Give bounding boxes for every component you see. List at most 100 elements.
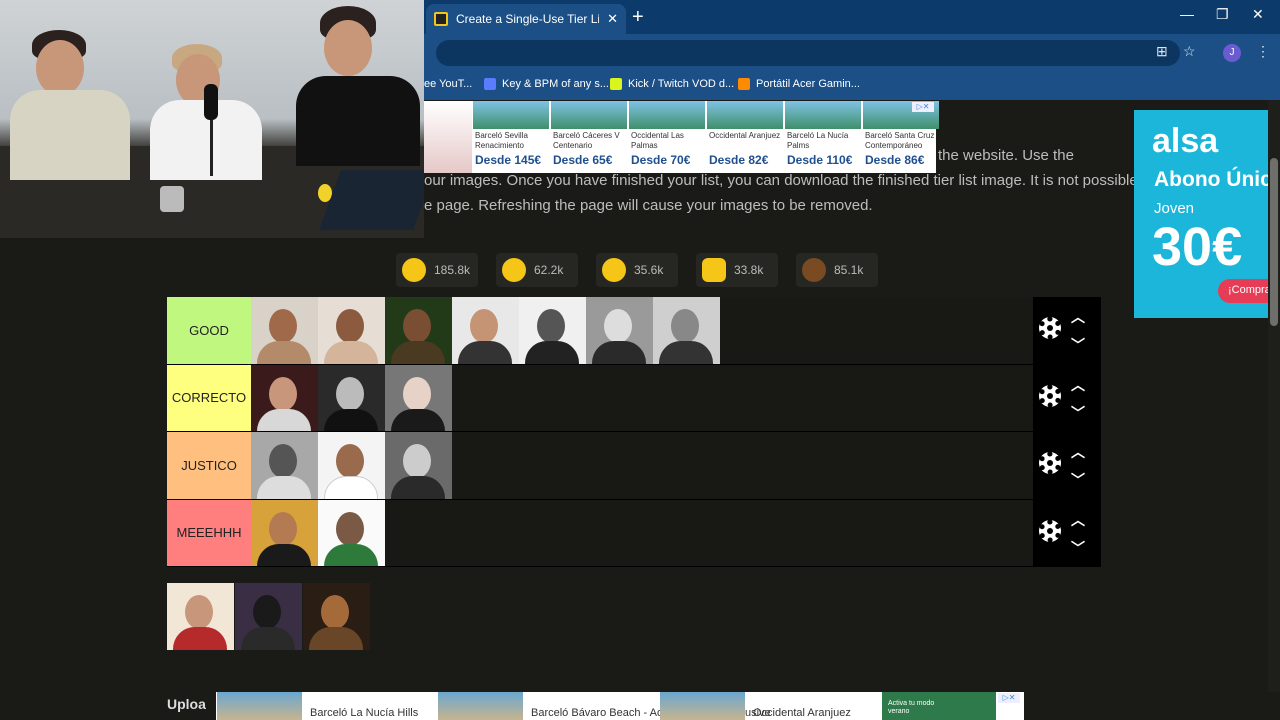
pool-item[interactable] <box>167 583 234 650</box>
scrollbar-thumb[interactable] <box>1270 158 1278 326</box>
upload-heading: Uploa <box>167 696 206 712</box>
tier-item[interactable] <box>318 297 385 364</box>
settings-gear-icon[interactable] <box>1039 452 1061 474</box>
grinning-face-icon <box>402 258 426 282</box>
settings-gear-icon[interactable] <box>1039 384 1061 407</box>
microphone-stand <box>210 120 213 176</box>
ad-hotel-card[interactable]: Barceló Cáceres V Centenario Desde 65€ <box>551 101 627 173</box>
translate-icon[interactable]: ⊞ <box>1156 43 1168 60</box>
tier-item[interactable] <box>653 297 720 364</box>
ad-hotel-card[interactable]: Barceló La Nucía Hills <box>217 692 418 720</box>
ad-brand-logo: alsa <box>1152 122 1219 160</box>
tier-label-good[interactable]: GOOD <box>167 297 251 364</box>
move-up-chevron-icon[interactable]: ︿ <box>1071 307 1085 327</box>
tier-label-correcto[interactable]: CORRECTO <box>167 364 251 431</box>
ad-hotel-card[interactable]: Occidental Las Palmas Desde 70€ <box>629 101 705 173</box>
minimize-button[interactable]: — <box>1180 6 1194 22</box>
tier-item[interactable] <box>385 297 452 364</box>
address-bar[interactable] <box>436 40 1180 66</box>
pool-item[interactable] <box>303 583 370 650</box>
page-scrollbar[interactable] <box>1268 100 1280 692</box>
tier-item[interactable] <box>318 364 385 431</box>
ad-hotel-card[interactable]: Occidental Aranjuez <box>660 692 851 720</box>
tier-item[interactable] <box>251 499 318 566</box>
bookmark-key-bpm[interactable]: Key & BPM of any s... <box>484 78 609 90</box>
tier-row-meeehhh: MEEEHHH ︿ ﹀ <box>167 499 1101 567</box>
ad-banner-top[interactable]: Barceló Sevilla Renacimiento Desde 145€ B… <box>424 101 939 173</box>
tier-controls-justico: ︿ ﹀ <box>1033 432 1101 499</box>
pile-of-poo-icon <box>802 258 826 282</box>
bookmark-kick-twitch[interactable]: Kick / Twitch VOD d... <box>610 78 734 90</box>
ad-cta-button[interactable]: ¡Compra <box>1218 279 1268 303</box>
ad-banner-right[interactable]: alsa Abono Únic Joven 30€ ¡Compra <box>1134 110 1268 318</box>
tier-row-good: GOOD ︿ ﹀ <box>167 297 1101 365</box>
pool-item[interactable] <box>235 583 302 650</box>
move-down-chevron-icon[interactable]: ﹀ <box>1071 538 1085 558</box>
ad-subline: Joven <box>1154 200 1195 217</box>
tier-label-meeehhh[interactable]: MEEEHHH <box>167 499 251 566</box>
menu-kebab-icon[interactable]: ⋮ <box>1256 43 1270 60</box>
close-window-button[interactable]: ✕ <box>1252 6 1264 23</box>
settings-gear-icon[interactable] <box>1039 519 1061 542</box>
tier-items-good <box>251 297 1101 364</box>
tier-item[interactable] <box>318 499 385 566</box>
tier-item[interactable] <box>251 432 318 499</box>
move-up-chevron-icon[interactable]: ︿ <box>1071 375 1085 395</box>
tears-of-joy-face-icon <box>602 258 626 282</box>
bookmark-kick-icon <box>610 78 622 90</box>
intro-text-line3: e page. Refreshing the page will cause y… <box>424 197 873 214</box>
reaction-raised-hands[interactable]: 33.8k <box>696 253 778 287</box>
tier-items-justico <box>251 432 1101 499</box>
profile-avatar[interactable]: J <box>1223 44 1241 62</box>
tier-item[interactable] <box>251 364 318 431</box>
tier-items-correcto <box>251 364 1101 431</box>
reaction-heart-eyes[interactable]: 62.2k <box>496 253 578 287</box>
tier-item[interactable] <box>586 297 653 364</box>
heart-eyes-face-icon <box>502 258 526 282</box>
tab-close-icon[interactable]: ✕ <box>607 11 618 27</box>
adchoices-icon[interactable]: ▷✕ <box>912 102 934 112</box>
ad-image <box>424 101 472 173</box>
new-tab-button[interactable]: + <box>632 6 644 28</box>
bookmark-youtube[interactable]: ee YouT... <box>424 78 472 90</box>
reaction-poo[interactable]: 85.1k <box>796 253 878 287</box>
tier-item[interactable] <box>318 432 385 499</box>
reaction-tears-of-joy[interactable]: 35.6k <box>596 253 678 287</box>
tier-item[interactable] <box>452 297 519 364</box>
tier-item[interactable] <box>385 364 452 431</box>
bookmark-star-icon[interactable]: ☆ <box>1183 43 1196 60</box>
tier-item[interactable] <box>385 432 452 499</box>
ad-hotel-card[interactable]: Occidental Aranjuez Desde 82€ <box>707 101 783 173</box>
tier-item[interactable] <box>251 297 318 364</box>
adchoices-icon[interactable]: ▷✕ <box>998 693 1020 703</box>
restore-button[interactable]: ❐ <box>1216 6 1229 23</box>
tier-label-justico[interactable]: JUSTICO <box>167 432 251 499</box>
move-up-chevron-icon[interactable]: ︿ <box>1071 510 1085 530</box>
ad-hotel-card[interactable]: Barceló La Nucía Palms Desde 110€ <box>785 101 861 173</box>
cup <box>160 186 184 212</box>
intro-text-line2: our images. Once you have finished your … <box>424 172 1138 189</box>
ad-banner-bottom[interactable]: Barceló La Nucía Hills Barceló Bávaro Be… <box>216 692 1024 720</box>
ad-promo-card[interactable]: Activa tu modo verano <box>882 692 996 720</box>
settings-gear-icon[interactable] <box>1039 317 1061 339</box>
tier-controls-good: ︿ ﹀ <box>1033 297 1101 364</box>
microphone <box>204 84 218 120</box>
reaction-grinning[interactable]: 185.8k <box>396 253 478 287</box>
tab-title: Create a Single-Use Tier List (Pr <box>456 12 600 26</box>
tier-item[interactable] <box>519 297 586 364</box>
tier-controls-correcto: ︿ ﹀ <box>1033 364 1101 431</box>
tab-favicon-icon <box>434 12 448 26</box>
reactions-bar: 185.8k 62.2k 35.6k 33.8k 85.1k <box>396 253 878 287</box>
tier-controls-meeehhh: ︿ ﹀ <box>1033 499 1101 566</box>
tier-list: GOOD ︿ ﹀ CORRECTO ︿ ﹀ JUSTICO ︿ ﹀ MEEEHH… <box>167 297 1101 567</box>
move-up-chevron-icon[interactable]: ︿ <box>1071 442 1085 462</box>
ad-headline: Abono Únic <box>1154 168 1268 191</box>
bookmark-acer[interactable]: Portátil Acer Gamin... <box>738 78 860 90</box>
ad-hotel-card[interactable]: Barceló Sevilla Renacimiento Desde 145€ <box>473 101 549 173</box>
move-down-chevron-icon[interactable]: ﹀ <box>1071 470 1085 490</box>
move-down-chevron-icon[interactable]: ﹀ <box>1071 335 1085 355</box>
tier-items-meeehhh <box>251 499 1101 566</box>
tier-row-justico: JUSTICO ︿ ﹀ <box>167 432 1101 500</box>
move-down-chevron-icon[interactable]: ﹀ <box>1071 403 1085 423</box>
browser-tab-active[interactable]: Create a Single-Use Tier List (Pr ✕ <box>426 4 626 34</box>
